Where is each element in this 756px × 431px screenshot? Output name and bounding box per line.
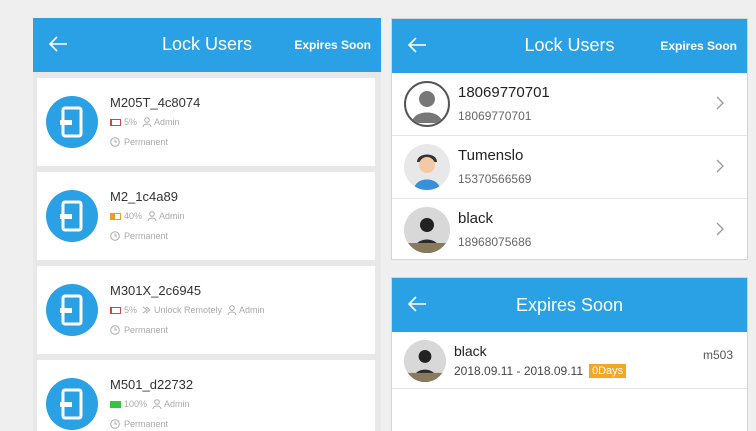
lock-status: 40% Admin bbox=[110, 211, 185, 221]
remote-unlock-label: Unlock Remotely bbox=[154, 305, 223, 315]
lock-item[interactable]: M501_d22732 100% Admin Permanent bbox=[37, 360, 375, 431]
lock-name: M205T_4c8074 bbox=[110, 95, 201, 110]
user-role: Admin bbox=[154, 117, 180, 127]
lock-status: 5% Unlock Remotely Admin bbox=[110, 305, 265, 315]
days-remaining-badge: 0Days bbox=[589, 364, 627, 378]
user-phone: 18069770701 bbox=[458, 109, 532, 123]
header-bar: Lock Users Expires Soon bbox=[392, 19, 747, 73]
validity-label: Permanent bbox=[124, 231, 169, 241]
battery-icon bbox=[110, 212, 121, 220]
device-name: m503 bbox=[702, 348, 733, 362]
lock-users-screen: Lock Users Expires Soon 18069770701 1806… bbox=[391, 18, 748, 260]
photo-avatar-icon bbox=[404, 340, 446, 382]
validity: Permanent bbox=[110, 137, 168, 147]
validity-label: Permanent bbox=[124, 137, 169, 147]
remote-signal-icon bbox=[142, 306, 151, 314]
user-row[interactable]: Tumenslo 15370566569 bbox=[392, 136, 747, 199]
user-role: Admin bbox=[239, 305, 265, 315]
lock-name: M2_1c4a89 bbox=[110, 189, 178, 204]
lock-item[interactable]: M2_1c4a89 40% Admin Permanent bbox=[37, 172, 375, 260]
clock-icon bbox=[110, 419, 120, 429]
user-name: Tumenslo bbox=[458, 147, 524, 164]
cartoon-avatar-icon bbox=[404, 144, 450, 190]
person-icon bbox=[227, 305, 237, 315]
battery-level: 5% bbox=[124, 117, 138, 127]
chevron-right-icon bbox=[716, 96, 724, 110]
user-row[interactable]: black 18968075686 bbox=[392, 199, 747, 259]
page-title: Expires Soon bbox=[515, 295, 624, 315]
clock-icon bbox=[110, 325, 120, 335]
validity-range: 2018.09.11 - 2018.09.11 bbox=[454, 364, 583, 378]
lock-device-icon bbox=[46, 378, 98, 430]
lock-list: M205T_4c8074 5% Admin Permanent M2_1c4a8… bbox=[33, 72, 381, 431]
chevron-right-icon bbox=[716, 159, 724, 173]
default-avatar-icon bbox=[404, 81, 450, 127]
user-phone: 15370566569 bbox=[458, 172, 532, 186]
validity-range-row: 2018.09.11 - 2018.09.11 0Days bbox=[454, 364, 627, 378]
battery-level: 100% bbox=[124, 399, 148, 409]
lock-device-icon bbox=[46, 284, 98, 336]
chevron-right-icon bbox=[716, 222, 724, 236]
photo-avatar-icon bbox=[404, 207, 450, 253]
user-role: Admin bbox=[159, 211, 185, 221]
battery-icon bbox=[110, 400, 121, 408]
user-role: Admin bbox=[164, 399, 190, 409]
battery-level: 40% bbox=[124, 211, 143, 221]
validity: Permanent bbox=[110, 325, 168, 335]
user-name: black bbox=[454, 343, 487, 359]
person-icon bbox=[147, 211, 157, 221]
person-icon bbox=[152, 399, 162, 409]
lock-item[interactable]: M205T_4c8074 5% Admin Permanent bbox=[37, 78, 375, 166]
clock-icon bbox=[110, 137, 120, 147]
header-bar: Expires Soon bbox=[392, 278, 747, 332]
battery-icon bbox=[110, 118, 121, 126]
battery-icon bbox=[110, 306, 121, 314]
person-icon bbox=[142, 117, 152, 127]
lock-status: 100% Admin bbox=[110, 399, 190, 409]
battery-level: 5% bbox=[124, 305, 138, 315]
expiring-user-row[interactable]: black 2018.09.11 - 2018.09.11 0Days m503 bbox=[392, 332, 747, 389]
user-phone: 18968075686 bbox=[458, 235, 532, 249]
user-name: 18069770701 bbox=[458, 84, 550, 101]
lock-device-icon bbox=[46, 96, 98, 148]
expires-soon-link[interactable]: Expires Soon bbox=[660, 39, 737, 53]
validity: Permanent bbox=[110, 231, 168, 241]
lock-name: M501_d22732 bbox=[110, 377, 194, 392]
lock-status: 5% Admin bbox=[110, 117, 180, 127]
lock-device-icon bbox=[46, 190, 98, 242]
expires-soon-link[interactable]: Expires Soon bbox=[294, 38, 371, 52]
lock-list-screen: Lock Users Expires Soon M205T_4c8074 5% … bbox=[33, 18, 381, 431]
lock-item[interactable]: M301X_2c6945 5% Unlock Remotely Admin Pe… bbox=[37, 266, 375, 354]
header-bar: Lock Users Expires Soon bbox=[33, 18, 381, 72]
clock-icon bbox=[110, 231, 120, 241]
user-row[interactable]: 18069770701 18069770701 bbox=[392, 73, 747, 136]
user-name: black bbox=[458, 210, 494, 227]
validity-label: Permanent bbox=[124, 325, 169, 335]
validity-label: Permanent bbox=[124, 419, 169, 429]
validity: Permanent bbox=[110, 419, 168, 429]
expires-soon-screen: Expires Soon black 2018.09.11 - 2018.09.… bbox=[391, 277, 748, 431]
lock-name: M301X_2c6945 bbox=[110, 283, 202, 298]
